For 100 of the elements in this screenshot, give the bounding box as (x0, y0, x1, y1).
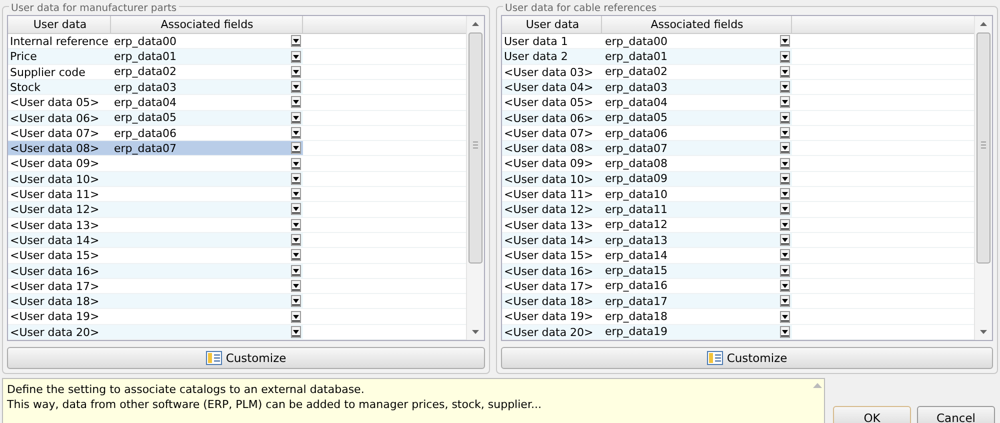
user-data-cell-text: <User data 15> (503, 248, 594, 263)
column-header[interactable]: User data (502, 16, 602, 34)
user-data-cell: <User data 16> (502, 264, 602, 278)
user-data-cell: User data 2 (502, 49, 602, 64)
field-dropdown[interactable]: erp_data04 (111, 95, 303, 110)
scroll-down-icon[interactable] (980, 330, 987, 334)
user-data-cell-text: Supplier code (9, 64, 86, 79)
table-row[interactable]: Stock erp_data03 (8, 80, 466, 96)
scroll-up-icon[interactable] (472, 22, 479, 26)
table-row[interactable]: <User data 20> erp_data19 (502, 324, 974, 340)
field-dropdown[interactable]: erp_data14 (602, 248, 792, 263)
field-dropdown[interactable]: erp_data15 (602, 264, 792, 278)
user-data-cell-text: User data 1 (503, 34, 569, 48)
field-dropdown[interactable] (111, 294, 303, 308)
list-icon (206, 351, 222, 365)
field-dropdown[interactable]: erp_data03 (111, 80, 303, 94)
user-data-cell: <User data 08> (8, 141, 111, 156)
table-row[interactable]: <User data 20> (8, 324, 466, 340)
field-dropdown[interactable] (111, 232, 303, 248)
help-text: Define the setting to associate catalogs to an external database. (7, 382, 366, 397)
table-row[interactable]: <User data 06> erp_data05 (502, 110, 974, 126)
user-data-cell: Price (8, 49, 111, 64)
help-text: This way, data from other software (ERP, PLM) can be added to manager prices, stock, supplier... (7, 397, 542, 412)
field-dropdown[interactable] (111, 172, 303, 186)
field-dropdown[interactable]: erp_data02 (111, 64, 303, 79)
field-dropdown[interactable] (111, 264, 303, 278)
customize-button[interactable]: Customize (501, 347, 993, 369)
table-row[interactable]: <User data 08> erp_data07 (502, 141, 974, 156)
field-dropdown[interactable]: erp_data11 (602, 202, 792, 217)
field-dropdown[interactable]: erp_data16 (602, 278, 792, 294)
table-row[interactable]: <User data 10> (8, 172, 466, 188)
column-header[interactable]: Associated fields (602, 16, 792, 34)
user-data-cell: <User data 18> (8, 294, 111, 308)
field-dropdown[interactable]: erp_data18 (602, 309, 792, 324)
customize-button[interactable]: Customize (7, 347, 485, 369)
user-data-cell: <User data 18> (502, 294, 602, 308)
table-row[interactable]: <User data 14> (8, 232, 466, 248)
scrollbar[interactable] (466, 16, 484, 340)
group-title: User data for manufacturer parts (9, 4, 179, 14)
user-data-cell-text: <User data 07> (503, 126, 594, 140)
table-row[interactable]: Price erp_data01 (8, 49, 466, 65)
field-dropdown[interactable]: erp_data12 (602, 218, 792, 232)
user-data-cell: <User data 16> (8, 264, 111, 278)
field-dropdown[interactable]: erp_data19 (602, 324, 792, 339)
user-data-cell-text: Internal reference (9, 34, 110, 48)
field-dropdown[interactable]: erp_data04 (602, 95, 792, 110)
field-dropdown[interactable]: erp_data09 (602, 172, 792, 186)
table-row[interactable]: <User data 12> erp_data11 (502, 202, 974, 218)
field-dropdown[interactable]: erp_data07 (602, 141, 792, 156)
ok-button[interactable]: OK (833, 406, 911, 423)
user-data-cell-text: <User data 13> (503, 218, 594, 232)
user-data-cell: <User data 20> (8, 324, 111, 339)
user-data-cell: <User data 12> (8, 202, 111, 217)
table-row[interactable]: <User data 16> erp_data15 (502, 264, 974, 279)
field-dropdown[interactable]: erp_data07 (111, 141, 303, 156)
table-row[interactable]: User data 2 erp_data01 (502, 49, 974, 65)
user-data-cell-text: <User data 17> (503, 278, 594, 294)
field-dropdown[interactable]: erp_data05 (111, 110, 303, 125)
field-dropdown[interactable]: erp_data10 (602, 187, 792, 202)
field-dropdown[interactable]: erp_data02 (602, 64, 792, 79)
user-data-cell-text: <User data 03> (503, 64, 594, 79)
table-row[interactable]: <User data 06> erp_data05 (8, 110, 466, 126)
field-dropdown[interactable]: erp_data00 (602, 34, 792, 48)
user-data-cell: Stock (8, 80, 111, 94)
table-row[interactable]: <User data 16> (8, 264, 466, 279)
user-data-cell-text: <User data 05> (9, 95, 100, 110)
field-dropdown[interactable]: erp_data01 (111, 49, 303, 64)
field-dropdown[interactable]: erp_data06 (111, 126, 303, 140)
scroll-up-icon[interactable] (980, 22, 987, 26)
user-data-cell-text: <User data 19> (9, 309, 100, 324)
field-dropdown[interactable]: erp_data01 (602, 49, 792, 64)
table-row[interactable]: <User data 10> erp_data09 (502, 172, 974, 188)
cancel-button[interactable]: Cancel (917, 406, 995, 423)
field-dropdown[interactable]: erp_data13 (602, 232, 792, 248)
user-data-cell-text: <User data 07> (9, 126, 100, 140)
scroll-down-icon[interactable] (472, 330, 479, 334)
column-header[interactable]: User data (8, 16, 111, 34)
table-row[interactable]: <User data 12> (8, 202, 466, 218)
table-row[interactable]: <User data 14> erp_data13 (502, 232, 974, 248)
user-data-cell-text: <User data 11> (503, 187, 594, 202)
user-data-cell-text: <User data 09> (9, 156, 100, 171)
scrollbar[interactable] (974, 16, 992, 340)
field-dropdown[interactable] (111, 324, 303, 339)
field-dropdown[interactable]: erp_data17 (602, 294, 792, 308)
user-data-cell: <User data 14> (502, 232, 602, 248)
column-header[interactable]: Associated fields (111, 16, 303, 34)
field-dropdown[interactable]: erp_data05 (602, 110, 792, 125)
field-dropdown[interactable]: erp_data00 (111, 34, 303, 48)
user-data-cell-text: <User data 17> (9, 278, 100, 294)
table-row[interactable]: <User data 04> erp_data03 (502, 80, 974, 96)
user-data-cell-text: <User data 19> (503, 309, 594, 324)
field-dropdown[interactable]: erp_data06 (602, 126, 792, 140)
field-dropdown[interactable]: erp_data08 (602, 156, 792, 171)
table-row[interactable]: <User data 18> (8, 294, 466, 310)
field-dropdown[interactable]: erp_data03 (602, 80, 792, 94)
field-dropdown[interactable] (111, 202, 303, 217)
user-data-cell-text: <User data 09> (503, 156, 594, 171)
table-row[interactable]: <User data 18> erp_data17 (502, 294, 974, 310)
user-data-cell: <User data 10> (502, 172, 602, 186)
table-row[interactable]: <User data 08> erp_data07 (8, 141, 466, 156)
